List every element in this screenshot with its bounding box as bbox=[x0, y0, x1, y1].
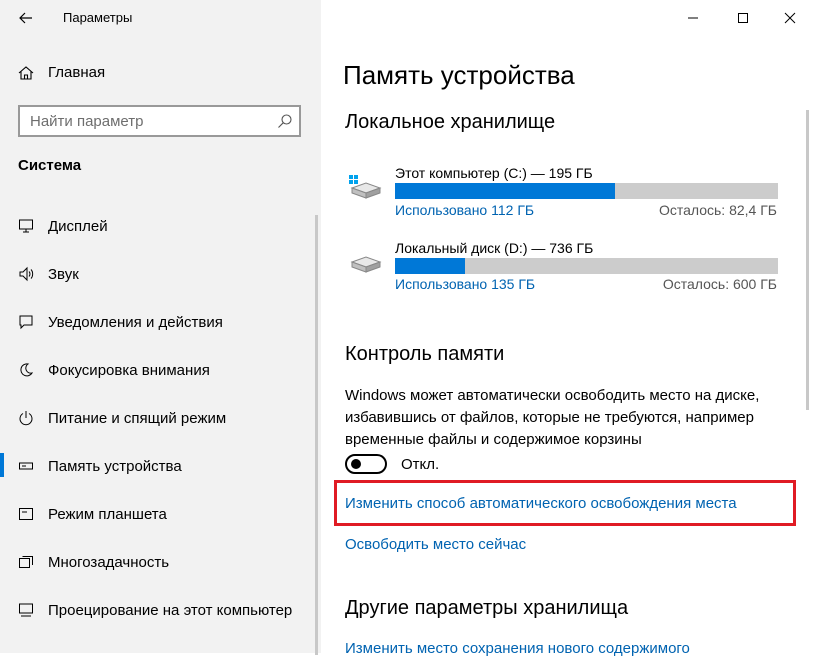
storage-sense-description: Windows может автоматически освободить м… bbox=[345, 387, 760, 448]
drive-usage-fill bbox=[395, 183, 615, 199]
sidebar-item-label: Проецирование на этот компьютер bbox=[48, 601, 293, 619]
sidebar-item-notifications[interactable]: Уведомления и действия bbox=[18, 310, 223, 334]
sidebar-item-label: Режим планшета bbox=[48, 505, 167, 523]
close-icon bbox=[784, 12, 796, 24]
sidebar-scrollbar[interactable] bbox=[315, 215, 318, 655]
display-icon bbox=[19, 219, 33, 233]
other-storage-heading: Другие параметры хранилища bbox=[345, 597, 629, 619]
home-icon bbox=[18, 65, 34, 80]
main-panel bbox=[321, 0, 813, 653]
active-indicator bbox=[0, 453, 4, 477]
sidebar-item-label: Дисплей bbox=[48, 217, 108, 235]
sidebar-home-label: Главная bbox=[48, 64, 106, 81]
drive-usage-bar[interactable] bbox=[395, 183, 778, 199]
sidebar-item-storage[interactable]: Память устройства bbox=[18, 454, 182, 478]
drive-usage-bar[interactable] bbox=[395, 258, 778, 274]
sidebar-item-label: Фокусировка внимания bbox=[48, 361, 210, 379]
multitasking-icon bbox=[19, 556, 33, 568]
storage-sense-toggle[interactable] bbox=[345, 454, 387, 474]
page-title: Память устройства bbox=[343, 60, 575, 90]
sidebar-section-title: Система bbox=[18, 157, 82, 174]
sidebar-item-label: Память устройства bbox=[48, 457, 182, 475]
sidebar-item-power[interactable]: Питание и спящий режим bbox=[18, 406, 226, 430]
tablet-mode-icon bbox=[19, 508, 33, 520]
sidebar-item-label: Питание и спящий режим bbox=[48, 409, 227, 427]
drive-icon bbox=[350, 256, 382, 273]
sidebar-item-label: Уведомления и действия bbox=[48, 313, 223, 331]
storage-icon bbox=[19, 462, 33, 470]
drive-used-text[interactable]: Использовано 112 ГБ bbox=[395, 202, 534, 218]
search-icon bbox=[278, 114, 292, 128]
sidebar-item-tablet-mode[interactable]: Режим планшета bbox=[18, 502, 167, 526]
sidebar-item-sound[interactable]: Звук bbox=[18, 262, 79, 286]
sound-icon bbox=[19, 266, 34, 282]
maximize-icon bbox=[738, 13, 748, 23]
local-storage-heading: Локальное хранилище bbox=[345, 111, 556, 133]
sidebar-item-label: Звук bbox=[48, 265, 79, 283]
drive-used-text[interactable]: Использовано 135 ГБ bbox=[395, 276, 535, 292]
projecting-icon bbox=[19, 603, 33, 617]
free-space-now-link[interactable]: Освободить место сейчас bbox=[345, 536, 526, 553]
storage-sense-heading: Контроль памяти bbox=[345, 343, 505, 365]
back-arrow-icon bbox=[19, 12, 32, 24]
drive-name: Этот компьютер (C:) — 195 ГБ bbox=[395, 165, 593, 181]
change-auto-cleanup-link[interactable]: Изменить способ автоматического освобожд… bbox=[345, 495, 737, 512]
maximize-button[interactable] bbox=[733, 8, 753, 28]
sidebar-home[interactable]: Главная bbox=[18, 64, 105, 81]
drive-usage-fill bbox=[395, 258, 466, 274]
windows-drive-icon bbox=[349, 175, 382, 199]
sidebar: Параметры Главная Найти параметр Система… bbox=[0, 0, 321, 655]
drive-free-text: Осталось: 600 ГБ bbox=[662, 276, 777, 292]
change-save-location-link[interactable]: Изменить место сохранения нового содержи… bbox=[345, 640, 690, 657]
main-scrollbar[interactable] bbox=[806, 110, 809, 410]
back-button[interactable] bbox=[18, 8, 34, 28]
notifications-icon bbox=[19, 315, 33, 330]
toggle-state-label: Откл. bbox=[401, 456, 440, 473]
sidebar-item-display[interactable]: Дисплей bbox=[18, 214, 108, 238]
search-placeholder: Найти параметр bbox=[30, 113, 144, 130]
toggle-knob bbox=[351, 459, 361, 469]
app-title: Параметры bbox=[63, 10, 133, 25]
search-input[interactable]: Найти параметр bbox=[18, 105, 301, 137]
drive-free-text: Осталось: 82,4 ГБ bbox=[658, 202, 777, 218]
sidebar-item-multitasking[interactable]: Многозадачность bbox=[18, 550, 169, 574]
focus-assist-icon bbox=[20, 363, 34, 377]
power-icon bbox=[19, 411, 33, 426]
drive-name: Локальный диск (D:) — 736 ГБ bbox=[395, 240, 594, 256]
sidebar-item-projecting[interactable]: Проецирование на этот компьютер bbox=[18, 598, 292, 622]
minimize-icon bbox=[688, 17, 698, 19]
minimize-button[interactable] bbox=[683, 8, 703, 28]
close-button[interactable] bbox=[780, 8, 800, 28]
sidebar-item-focus-assist[interactable]: Фокусировка внимания bbox=[18, 358, 210, 382]
sidebar-item-label: Многозадачность bbox=[48, 553, 170, 571]
